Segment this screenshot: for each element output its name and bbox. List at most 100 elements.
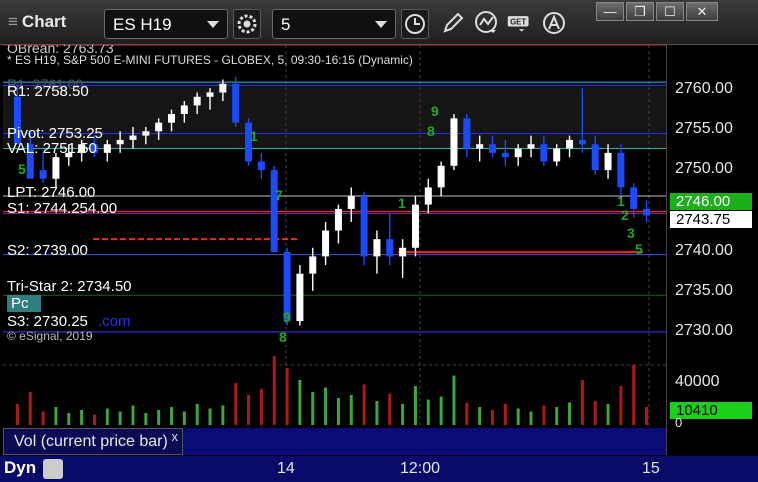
- window-title-text: Chart: [21, 12, 67, 31]
- interval-dropdown[interactable]: 5: [272, 9, 396, 39]
- volume-bar: [15, 404, 19, 425]
- candle-body: [296, 273, 304, 322]
- candle-body: [206, 92, 214, 97]
- candle-body: [322, 230, 330, 257]
- alert-icon[interactable]: [541, 9, 569, 39]
- lpt-label: LPT: 2746.00: [7, 184, 96, 201]
- drag-grip-icon[interactable]: ≡: [8, 12, 18, 31]
- candle-body: [373, 239, 381, 257]
- link-icon[interactable]: [42, 458, 63, 479]
- volume-bar: [568, 402, 572, 425]
- candle-body: [527, 144, 535, 149]
- last-price-tag: 2743.75: [670, 211, 752, 228]
- candle-body: [566, 139, 574, 149]
- chevron-down-icon: [375, 21, 387, 28]
- price-tick: 2760.00: [675, 80, 733, 97]
- volume-bar: [298, 380, 302, 425]
- volume-bar: [208, 408, 212, 425]
- symbol-dropdown[interactable]: ES H19: [104, 9, 228, 39]
- volume-bar: [92, 414, 96, 425]
- candle-body: [476, 144, 484, 149]
- seq-marker: 8: [427, 123, 435, 139]
- close-icon[interactable]: x: [172, 429, 179, 444]
- candle-body: [180, 105, 188, 115]
- get-icon[interactable]: GET: [506, 9, 536, 39]
- volume-bar: [491, 410, 494, 425]
- volume-bar: [439, 396, 443, 425]
- volume-bar: [606, 404, 610, 425]
- volume-bar: [555, 407, 559, 425]
- svg-text:GET: GET: [510, 17, 526, 26]
- volume-bar: [221, 405, 225, 425]
- s1-label: S1: 2744.254.00: [7, 200, 118, 217]
- candle-body: [232, 83, 240, 123]
- volume-bar: [67, 413, 71, 425]
- candle-body: [386, 239, 394, 257]
- volume-legend[interactable]: Vol (current price bar) x: [3, 428, 183, 455]
- candle-body: [360, 196, 368, 257]
- candle-body: [334, 208, 342, 231]
- candle-body: [591, 144, 599, 171]
- price-tick: 2755.00: [675, 120, 733, 137]
- candle-body: [155, 122, 163, 132]
- candle-body: [257, 161, 265, 171]
- interval-value: 5: [281, 15, 291, 34]
- price-tick: 2740.00: [675, 242, 733, 259]
- price-axis[interactable]: 2760.00 2755.00 2750.00 2746.00 2743.75 …: [666, 45, 758, 455]
- candle-body: [39, 170, 47, 179]
- candle-body: [489, 144, 496, 153]
- seq-marker: 8: [279, 329, 287, 345]
- volume-bar: [401, 404, 405, 425]
- clock-icon[interactable]: [401, 9, 429, 39]
- candle-body: [630, 187, 638, 209]
- volume-bar: [632, 365, 636, 425]
- volume-bar: [516, 408, 520, 425]
- candle-body: [270, 170, 278, 253]
- volume-bar: [465, 402, 469, 425]
- copyright: © eSignal, 2019: [7, 329, 93, 343]
- volume-bar: [336, 398, 340, 425]
- close-button[interactable]: ✕: [686, 2, 718, 21]
- study-icon[interactable]: [473, 9, 501, 39]
- candle-body: [399, 247, 407, 257]
- settings-icon[interactable]: [233, 9, 261, 39]
- maximize-button[interactable]: ☐: [656, 2, 684, 21]
- time-tick: 15: [642, 460, 660, 477]
- chevron-down-icon: [207, 21, 219, 28]
- volume-bar: [388, 393, 392, 425]
- restore-button[interactable]: ❐: [626, 2, 654, 21]
- volume-bar: [105, 408, 109, 425]
- volume-bar: [503, 404, 507, 425]
- candle-body: [424, 187, 432, 205]
- volume-chart[interactable]: [3, 350, 666, 428]
- volume-pane[interactable]: [3, 350, 666, 428]
- candle-body: [604, 152, 612, 171]
- volume-bar: [272, 356, 276, 425]
- volume-bar: [144, 413, 148, 425]
- price-chart[interactable]: [3, 45, 666, 347]
- volume-bar: [41, 411, 45, 425]
- volume-bar: [542, 405, 546, 425]
- candle-body: [193, 96, 201, 106]
- volume-bar: [80, 410, 84, 425]
- volume-legend-text: Vol (current price bar): [14, 433, 168, 450]
- seq-marker: 2: [621, 207, 629, 223]
- pencil-icon[interactable]: [440, 9, 468, 39]
- candle-body: [347, 196, 355, 209]
- volume-bar: [324, 387, 328, 425]
- time-tick: 14: [277, 460, 295, 477]
- candle-body: [540, 144, 548, 162]
- price-pane[interactable]: OBrean: 2763.73 * ES H19, S&P 500 E-MINI…: [3, 45, 666, 347]
- candle-body: [129, 135, 137, 140]
- dyn-label-box[interactable]: Dyn: [4, 458, 64, 480]
- val-label: VAL: 2751.50: [7, 140, 97, 157]
- candle-body: [437, 165, 445, 188]
- volume-tick: 0: [675, 415, 683, 430]
- volume-value-tag: 10410: [670, 402, 752, 419]
- candle-body: [103, 144, 111, 153]
- candle-body: [411, 204, 419, 248]
- minimize-button[interactable]: —: [596, 2, 624, 21]
- volume-bar: [362, 384, 366, 425]
- price-tick: 2735.00: [675, 282, 733, 299]
- candle-body: [309, 256, 317, 274]
